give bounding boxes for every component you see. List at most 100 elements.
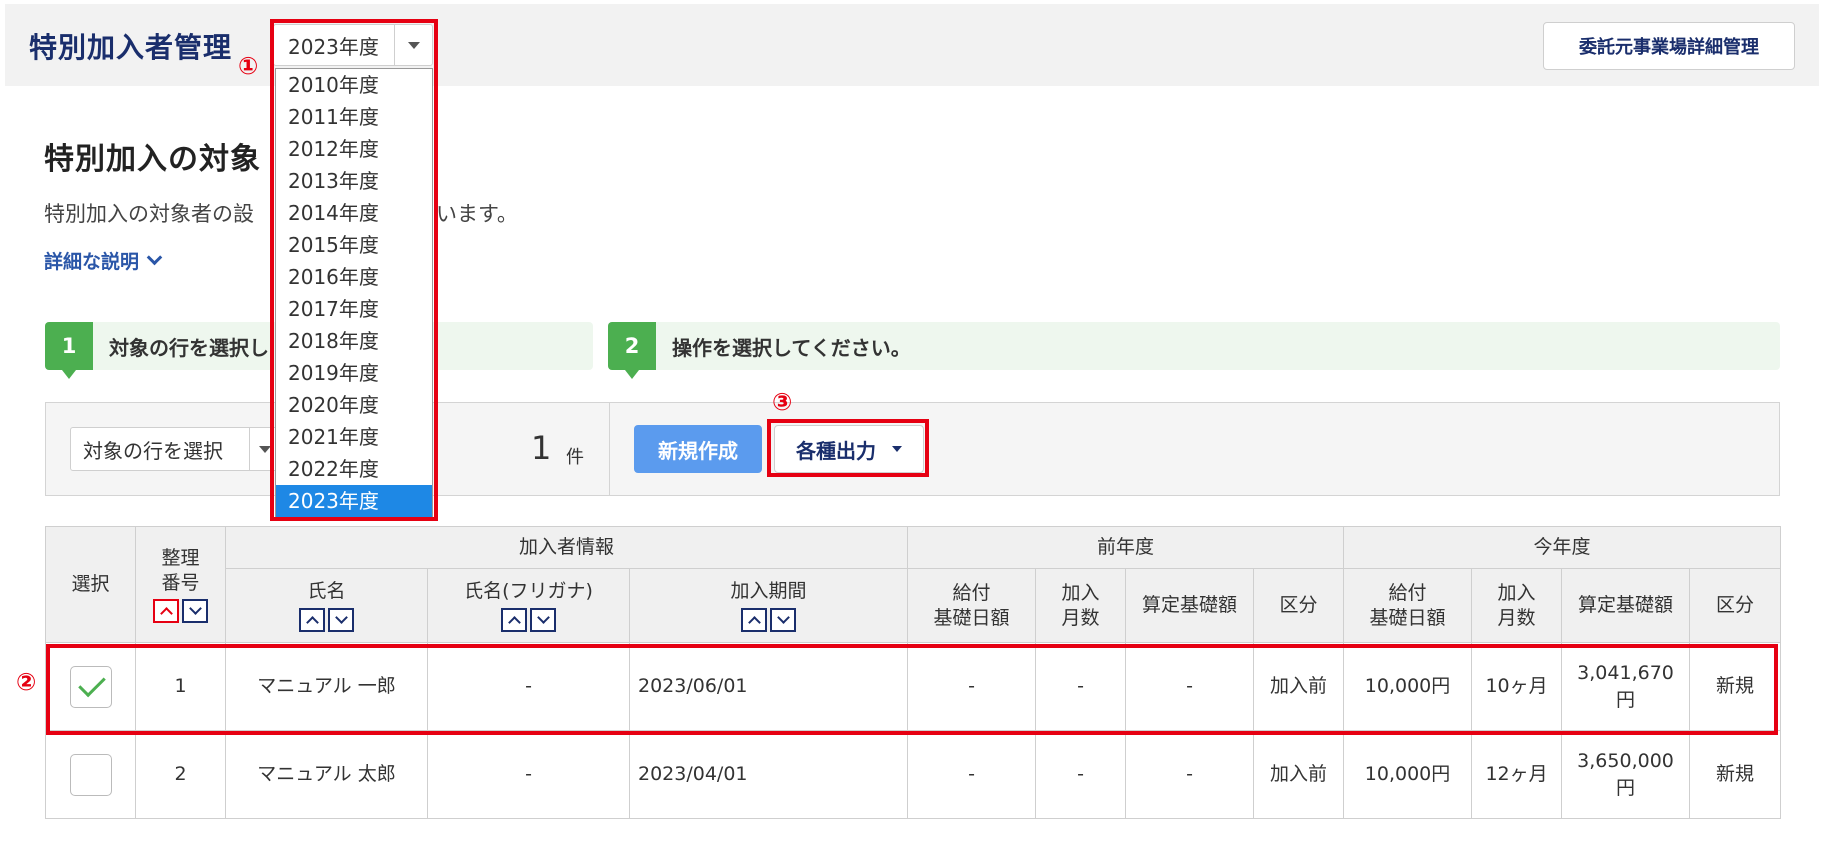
row-name: マニュアル 太郎 <box>225 730 428 819</box>
table-row[interactable]: 2 マニュアル 太郎 -2023/04/01- - - 加入前 10,000円 12ヶ月 3,6… <box>45 730 1782 819</box>
row-name: マニュアル 一郎 <box>225 642 428 731</box>
fiscal-year-option[interactable]: 2017年度 <box>276 293 432 325</box>
row-cur-daily: 10,000円 <box>1343 730 1473 819</box>
col-kana: 氏名(フリガナ) <box>427 568 630 643</box>
col-seq: 整理 番号 <box>135 526 226 643</box>
fiscal-year-option[interactable]: 2012年度 <box>276 133 432 165</box>
row-cur-daily: 10,000円 <box>1343 642 1473 731</box>
new-create-button[interactable]: 新規作成 <box>634 425 762 473</box>
col-prev-category: 区分 <box>1253 568 1345 643</box>
annotation-badge-3: ③ <box>772 388 793 416</box>
row-prev-months: - <box>1035 730 1127 819</box>
fiscal-year-option[interactable]: 2019年度 <box>276 357 432 389</box>
step-label: 対象の行を選択し <box>109 335 269 360</box>
sort-asc-button[interactable] <box>153 599 179 624</box>
fiscal-year-option[interactable]: 2022年度 <box>276 453 432 485</box>
col-period: 加入期間 <box>628 568 909 643</box>
chevron-down-icon <box>536 610 550 624</box>
annotation-badge-1: ① <box>238 52 259 80</box>
chevron-up-icon <box>159 607 173 621</box>
fiscal-year-option[interactable]: 2021年度 <box>276 421 432 453</box>
row-kana: - <box>427 730 630 819</box>
caret-down-icon <box>892 446 902 452</box>
export-dropdown-button[interactable]: 各種出力 <box>774 425 924 473</box>
row-select-value: 対象の行を選択 <box>83 438 223 463</box>
group-member-info: 加入者情報 <box>224 526 909 569</box>
sort-desc-button[interactable] <box>770 607 796 632</box>
step-number: 2 <box>608 322 656 379</box>
group-prev-year: 前年度 <box>907 526 1345 569</box>
consignor-detail-button[interactable]: 委託元事業場詳細管理 <box>1543 22 1795 70</box>
sort-asc-button[interactable] <box>741 607 767 632</box>
fiscal-year-option[interactable]: 2010年度 <box>276 69 432 101</box>
export-button-label: 各種出力 <box>796 438 876 463</box>
table-row[interactable]: 1 マニュアル 一郎 -2023/06/01- - - 加入前 10,000円 10ヶ月 3,0… <box>45 642 1782 731</box>
row-cur-months: 12ヶ月 <box>1471 730 1563 819</box>
row-checkbox[interactable] <box>69 753 112 796</box>
fiscal-year-select[interactable]: 2023年度 <box>273 24 433 66</box>
row-cur-category: 新規 <box>1689 642 1782 731</box>
chevron-down-icon[interactable] <box>394 25 432 65</box>
page-title: 特別加入者管理 <box>29 31 233 64</box>
fiscal-year-option[interactable]: 2018年度 <box>276 325 432 357</box>
row-checkbox[interactable] <box>69 665 112 708</box>
fiscal-year-value: 2023年度 <box>288 34 379 59</box>
sort-desc-button[interactable] <box>182 599 208 624</box>
row-prev-base: - <box>1125 730 1255 819</box>
col-prev-base: 算定基礎額 <box>1125 568 1255 643</box>
detail-link-label: 詳細な説明 <box>44 251 140 273</box>
step-label: 操作を選択してください。 <box>672 335 911 360</box>
row-prev-category: 加入前 <box>1253 730 1345 819</box>
selected-count-unit: 件 <box>566 447 584 468</box>
row-cur-category: 新規 <box>1689 730 1782 819</box>
row-prev-category: 加入前 <box>1253 642 1345 731</box>
step-2: 2 操作を選択してください。 <box>608 322 1780 379</box>
row-period: 2023/06/01 <box>628 642 909 731</box>
chevron-up-icon <box>747 615 761 629</box>
section-description-tail: います。 <box>436 202 518 226</box>
fiscal-year-dropdown-list: 2010年度 2011年度 2012年度 2013年度 2014年度 2015年度 2016… <box>275 68 433 520</box>
fiscal-year-option[interactable]: 2015年度 <box>276 229 432 261</box>
sort-desc-button[interactable] <box>328 607 354 632</box>
row-seq: 1 <box>135 642 226 731</box>
col-cur-category: 区分 <box>1689 568 1782 643</box>
row-cur-months: 10ヶ月 <box>1471 642 1563 731</box>
col-name: 氏名 <box>225 568 428 643</box>
toolbar-divider <box>609 403 610 495</box>
col-seq-label: 整理 番号 <box>161 546 200 594</box>
group-this-year: 今年度 <box>1343 526 1782 569</box>
fiscal-year-option[interactable]: 2020年度 <box>276 389 432 421</box>
members-table: 選択 整理 番号 加入者情報 前年度 今年度 氏名 氏名(フリガナ) 加入期間 … <box>45 526 1782 819</box>
fiscal-year-option[interactable]: 2014年度 <box>276 197 432 229</box>
col-name-label: 氏名 <box>307 580 346 603</box>
sort-asc-button[interactable] <box>299 607 325 632</box>
row-kana: - <box>427 642 630 731</box>
section-description: 特別加入の対象者の設 <box>44 202 254 226</box>
row-prev-base: - <box>1125 642 1255 731</box>
detail-explanation-link[interactable]: 詳細な説明 <box>44 247 163 274</box>
row-prev-months: - <box>1035 642 1127 731</box>
section-title: 特別加入の対象 <box>44 142 261 177</box>
col-prev-months: 加入 月数 <box>1035 568 1127 643</box>
fiscal-year-option[interactable]: 2023年度 <box>276 485 432 517</box>
chevron-down-icon <box>146 249 163 266</box>
col-cur-daily: 給付 基礎日額 <box>1343 568 1473 643</box>
chevron-up-icon <box>507 615 521 629</box>
row-period: 2023/04/01 <box>628 730 909 819</box>
col-kana-label: 氏名(フリガナ) <box>464 580 593 603</box>
chevron-up-icon <box>305 615 319 629</box>
row-select-cell <box>45 642 136 731</box>
fiscal-year-option[interactable]: 2011年度 <box>276 101 432 133</box>
chevron-down-icon <box>188 602 202 616</box>
col-prev-daily: 給付 基礎日額 <box>907 568 1037 643</box>
fiscal-year-option[interactable]: 2013年度 <box>276 165 432 197</box>
row-cur-base: 3,041,670 円 <box>1561 642 1691 731</box>
fiscal-year-option[interactable]: 2016年度 <box>276 261 432 293</box>
sort-asc-button[interactable] <box>501 607 527 632</box>
row-select-dropdown[interactable]: 対象の行を選択 <box>70 427 280 471</box>
col-cur-months: 加入 月数 <box>1471 568 1563 643</box>
col-select: 選択 <box>45 526 136 643</box>
chevron-down-icon <box>776 610 790 624</box>
step-number: 1 <box>45 322 93 379</box>
sort-desc-button[interactable] <box>530 607 556 632</box>
